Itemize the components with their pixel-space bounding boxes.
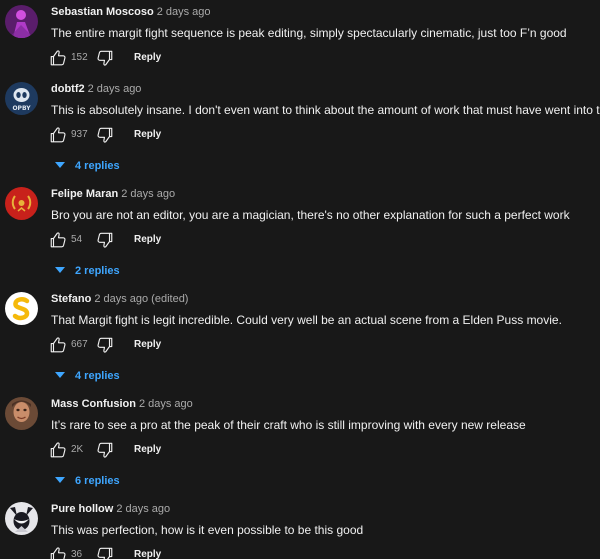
caret-down-icon <box>55 267 65 273</box>
comment-timestamp[interactable]: 2 days ago <box>116 503 170 515</box>
comment-text: This was perfection, how is it even poss… <box>51 523 364 537</box>
comment-actions: 54 Reply <box>49 231 349 249</box>
laurel-wreath-avatar[interactable] <box>5 187 38 220</box>
comment-header: Pure hollow 2 days ago <box>51 502 170 516</box>
comment-text: That Margit fight is legit incredible. C… <box>51 313 562 327</box>
comment-text: The entire margit fight sequence is peak… <box>51 26 567 40</box>
comment-actions: 937 Reply <box>49 126 349 144</box>
reply-button[interactable]: Reply <box>134 443 161 457</box>
comment-header: Stefano 2 days ago (edited) <box>51 292 188 306</box>
comment-timestamp[interactable]: 2 days ago <box>94 293 148 305</box>
purple-figure-avatar[interactable] <box>5 5 38 38</box>
thumbs-up-icon[interactable] <box>49 546 67 559</box>
yellow-s-logo-avatar[interactable] <box>5 292 38 325</box>
alien-logo-avatar[interactable]: OPBY <box>5 82 38 115</box>
thumbs-down-icon[interactable] <box>96 546 114 559</box>
comment-timestamp[interactable]: 2 days ago <box>139 398 193 410</box>
author-name[interactable]: Mass Confusion <box>51 398 136 410</box>
edited-label: (edited) <box>151 293 189 305</box>
comment-actions: 2K Reply <box>49 441 349 459</box>
caret-down-icon <box>55 162 65 168</box>
replies-count: 2 replies <box>75 265 120 277</box>
hollow-knight-avatar[interactable] <box>5 502 38 535</box>
author-name[interactable]: dobtf2 <box>51 83 85 95</box>
thumbs-up-icon[interactable] <box>49 441 67 459</box>
comment-header: Felipe Maran 2 days ago <box>51 187 175 201</box>
replies-count: 4 replies <box>75 160 120 172</box>
caret-down-icon <box>55 372 65 378</box>
avatar-logo-text: OPBY <box>12 105 31 112</box>
comment-text: Bro you are not an editor, you are a mag… <box>51 208 570 222</box>
thumbs-up-icon[interactable] <box>49 126 67 144</box>
thumbs-up-icon[interactable] <box>49 231 67 249</box>
like-count: 54 <box>71 234 83 245</box>
thumbs-down-icon[interactable] <box>96 336 114 354</box>
comment-header: Sebastian Moscoso 2 days ago <box>51 5 211 19</box>
thumbs-down-icon[interactable] <box>96 126 114 144</box>
reply-button[interactable]: Reply <box>134 548 161 559</box>
like-count: 152 <box>71 52 88 63</box>
comment-actions: 152 Reply <box>49 49 349 67</box>
thumbs-down-icon[interactable] <box>96 231 114 249</box>
caret-down-icon <box>55 477 65 483</box>
thumbs-up-icon[interactable] <box>49 49 67 67</box>
comment-text: This is absolutely insane. I don't even … <box>51 103 600 117</box>
author-name[interactable]: Pure hollow <box>51 503 113 515</box>
author-name[interactable]: Felipe Maran <box>51 188 118 200</box>
thumbs-down-icon[interactable] <box>96 49 114 67</box>
comment-timestamp[interactable]: 2 days ago <box>121 188 175 200</box>
reply-button[interactable]: Reply <box>134 51 161 65</box>
portrait-avatar[interactable] <box>5 397 38 430</box>
replies-count: 6 replies <box>75 475 120 487</box>
comment-text: It’s rare to see a pro at the peak of th… <box>51 418 526 432</box>
author-name[interactable]: Stefano <box>51 293 91 305</box>
comment-actions: 36 Reply <box>49 546 349 559</box>
comment-timestamp[interactable]: 2 days ago <box>157 6 211 18</box>
like-count: 937 <box>71 129 88 140</box>
like-count: 667 <box>71 339 88 350</box>
thumbs-up-icon[interactable] <box>49 336 67 354</box>
comment-actions: 667 Reply <box>49 336 349 354</box>
replies-count: 4 replies <box>75 370 120 382</box>
comment-header: Mass Confusion 2 days ago <box>51 397 193 411</box>
thumbs-down-icon[interactable] <box>96 441 114 459</box>
comment-timestamp[interactable]: 2 days ago <box>88 83 142 95</box>
comments-section: Sebastian Moscoso 2 days ago The entire m… <box>0 0 600 559</box>
reply-button[interactable]: Reply <box>134 338 161 352</box>
reply-button[interactable]: Reply <box>134 128 161 142</box>
reply-button[interactable]: Reply <box>134 233 161 247</box>
like-count: 2K <box>71 444 84 455</box>
like-count: 36 <box>71 549 83 559</box>
author-name[interactable]: Sebastian Moscoso <box>51 6 154 18</box>
comment-header: dobtf2 2 days ago <box>51 82 141 96</box>
